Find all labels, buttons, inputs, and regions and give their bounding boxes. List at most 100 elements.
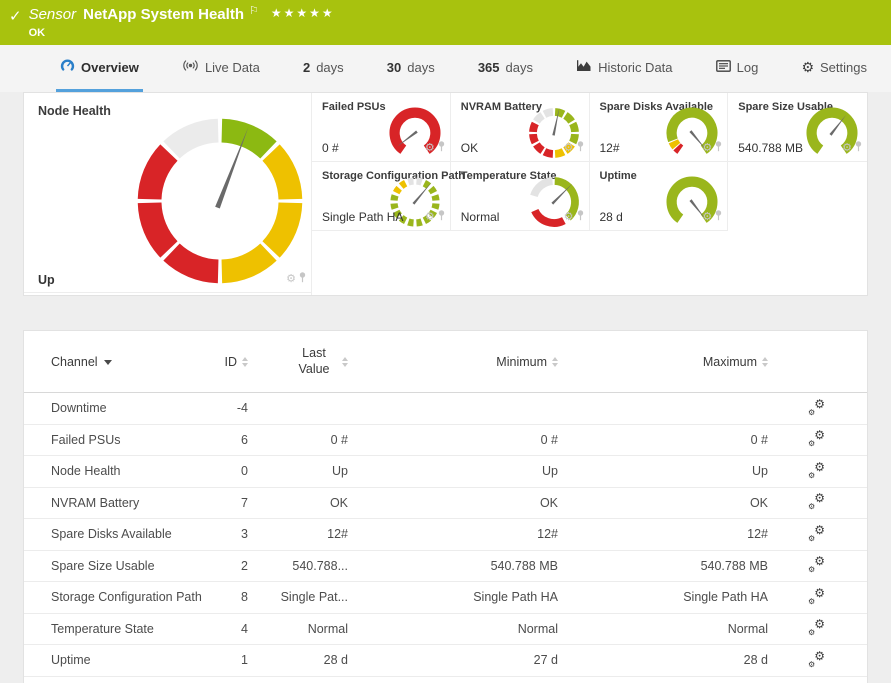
- pin-icon[interactable]: [299, 270, 306, 288]
- channel-last-value: Single Pat...: [248, 590, 348, 604]
- channel-settings-icon[interactable]: ⚙⚙: [808, 432, 825, 447]
- column-header-minimum[interactable]: Minimum: [348, 355, 558, 369]
- column-header-id[interactable]: ID: [204, 355, 248, 369]
- channel-settings-icon[interactable]: ⚙⚙: [808, 527, 825, 542]
- gauge-label: Node Health: [38, 104, 111, 118]
- table-row: NVRAM Battery 7 OK OK OK ⚙⚙: [24, 488, 867, 520]
- status-check-icon: ✓: [9, 7, 22, 25]
- gauge-cell-storage-path[interactable]: Storage Configuration Path Single Path H…: [312, 162, 451, 231]
- tab-365-days-label: days: [506, 60, 533, 75]
- sensor-header: ✓ Sensor NetApp System Health ⚐ ★★★★★ OK: [0, 0, 891, 45]
- tab-settings[interactable]: ⚙ Settings: [797, 45, 871, 92]
- tab-live-data-label: Live Data: [205, 60, 260, 75]
- channel-maximum: 0 #: [558, 433, 768, 447]
- gauges-panel: Node Health Up ⚙ Failed PSUs 0 # ⚙: [23, 92, 868, 296]
- tab-2-days[interactable]: 2 days: [299, 45, 348, 92]
- gear-icon[interactable]: ⚙: [564, 143, 574, 154]
- column-header-channel[interactable]: Channel: [24, 355, 204, 369]
- gauge-cell-temperature[interactable]: Temperature State Normal ⚙: [451, 162, 590, 231]
- table-row: Spare Disks Available 3 12# 12# 12# ⚙⚙: [24, 519, 867, 551]
- pin-icon[interactable]: [438, 139, 445, 157]
- gear-icon[interactable]: ⚙: [564, 212, 574, 223]
- tab-historic-data[interactable]: Historic Data: [572, 45, 676, 92]
- gauge-value: 0 #: [322, 141, 339, 155]
- channel-settings-icon[interactable]: ⚙⚙: [808, 653, 825, 668]
- column-header-last-value[interactable]: Last Value: [248, 346, 348, 377]
- channel-settings-icon[interactable]: ⚙⚙: [808, 590, 825, 605]
- gear-icon[interactable]: ⚙: [425, 143, 435, 154]
- channel-minimum: Up: [348, 464, 558, 478]
- table-row: Uptime 1 28 d 27 d 28 d ⚙⚙: [24, 645, 867, 677]
- pin-icon[interactable]: [715, 208, 722, 226]
- tab-overview[interactable]: Overview: [56, 45, 143, 92]
- node-health-gauge: [132, 113, 308, 289]
- sensor-name: NetApp System Health: [83, 6, 244, 23]
- live-data-icon: [182, 59, 199, 75]
- priority-stars[interactable]: ★★★★★: [271, 6, 335, 20]
- pin-icon[interactable]: [715, 139, 722, 157]
- channel-maximum: Single Path HA: [558, 590, 768, 604]
- channel-name: Failed PSUs: [24, 433, 204, 447]
- channel-minimum: 12#: [348, 527, 558, 541]
- pin-icon[interactable]: [438, 208, 445, 226]
- table-row: Storage Configuration Path 8 Single Pat.…: [24, 582, 867, 614]
- channel-id: 2: [204, 559, 248, 573]
- tab-365-days[interactable]: 365 days: [474, 45, 537, 92]
- channel-id: 3: [204, 527, 248, 541]
- channel-settings-icon[interactable]: ⚙⚙: [808, 621, 825, 636]
- gauge-cell-nvram-battery[interactable]: NVRAM Battery OK ⚙: [451, 93, 590, 162]
- channel-id: 1: [204, 653, 248, 667]
- prtg-sensor-page: ✓ Sensor NetApp System Health ⚐ ★★★★★ OK…: [0, 0, 891, 683]
- channel-maximum: 540.788 MB: [558, 559, 768, 573]
- gear-icon[interactable]: ⚙: [702, 212, 712, 223]
- gauge-cell-uptime[interactable]: Uptime 28 d ⚙: [590, 162, 729, 231]
- table-header-row: Channel ID Last Value Minimum Maximum: [24, 331, 867, 393]
- channel-name: NVRAM Battery: [24, 496, 204, 510]
- channel-name: Spare Disks Available: [24, 527, 204, 541]
- tab-historic-data-label: Historic Data: [598, 60, 672, 75]
- gear-icon: ⚙: [801, 60, 814, 74]
- flag-icon[interactable]: ⚐: [249, 4, 259, 17]
- pin-icon[interactable]: [577, 139, 584, 157]
- sensor-titles: Sensor NetApp System Health ⚐ ★★★★★ OK: [29, 6, 335, 39]
- channel-last-value: Up: [248, 464, 348, 478]
- gauge-value: Single Path HA: [322, 210, 403, 224]
- channel-last-value: OK: [248, 496, 348, 510]
- channel-name: Spare Size Usable: [24, 559, 204, 573]
- channel-settings-icon[interactable]: ⚙⚙: [808, 401, 825, 416]
- channel-id: 7: [204, 496, 248, 510]
- tab-365-days-number: 365: [478, 60, 500, 75]
- channel-settings-icon[interactable]: ⚙⚙: [808, 495, 825, 510]
- channel-minimum: Normal: [348, 622, 558, 636]
- tab-30-days-number: 30: [387, 60, 401, 75]
- table-row: Failed PSUs 6 0 # 0 # 0 # ⚙⚙: [24, 425, 867, 457]
- gear-icon[interactable]: ⚙: [425, 212, 435, 223]
- gauge-cell-spare-size[interactable]: Spare Size Usable 540.788 MB ⚙: [728, 93, 867, 162]
- sort-icon: [762, 357, 768, 367]
- channel-settings-icon[interactable]: ⚙⚙: [808, 558, 825, 573]
- channel-settings-icon[interactable]: ⚙⚙: [808, 464, 825, 479]
- channel-name: Node Health: [24, 464, 204, 478]
- gauge-cell-node-health[interactable]: Node Health Up ⚙: [24, 93, 312, 295]
- historic-chart-icon: [576, 59, 592, 75]
- tab-live-data[interactable]: Live Data: [178, 45, 264, 92]
- column-header-maximum[interactable]: Maximum: [558, 355, 768, 369]
- object-kind-label: Sensor: [29, 6, 77, 23]
- channel-id: 0: [204, 464, 248, 478]
- tab-overview-label: Overview: [81, 60, 139, 75]
- channel-minimum: 0 #: [348, 433, 558, 447]
- channel-minimum: 540.788 MB: [348, 559, 558, 573]
- tab-30-days[interactable]: 30 days: [383, 45, 439, 92]
- gauge-value: OK: [461, 141, 478, 155]
- pin-icon[interactable]: [855, 139, 862, 157]
- gear-icon[interactable]: ⚙: [286, 274, 296, 285]
- tab-log[interactable]: Log: [712, 45, 763, 92]
- gauge-cell-spare-disks[interactable]: Spare Disks Available 12# ⚙: [590, 93, 729, 162]
- gear-icon[interactable]: ⚙: [702, 143, 712, 154]
- pin-icon[interactable]: [577, 208, 584, 226]
- channel-minimum: 27 d: [348, 653, 558, 667]
- gear-icon[interactable]: ⚙: [842, 143, 852, 154]
- channel-maximum: Up: [558, 464, 768, 478]
- gauge-cell-failed-psus[interactable]: Failed PSUs 0 # ⚙: [312, 93, 451, 162]
- gauge-icon: [60, 58, 75, 76]
